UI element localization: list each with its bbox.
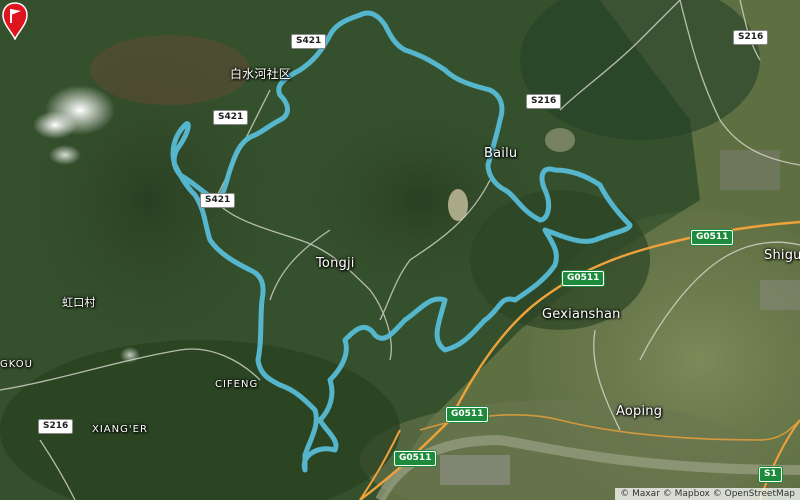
place-label-shigu: Shigu bbox=[764, 248, 800, 263]
place-label-bailu: Bailu bbox=[484, 146, 518, 161]
road-shield-g0511: G0511 bbox=[446, 407, 489, 422]
road-shield-s1: S1 bbox=[759, 467, 782, 482]
place-label-cifeng: CIFENG bbox=[215, 379, 259, 390]
road-shield-s216: S216 bbox=[38, 419, 74, 434]
road-shield-g0511: G0511 bbox=[562, 271, 605, 286]
road-shield-g0511: G0511 bbox=[394, 451, 437, 466]
place-label-baishuihe: 白水河社区 bbox=[230, 67, 292, 81]
road-shield-s216: S216 bbox=[733, 30, 769, 45]
road-shield-s421: S421 bbox=[213, 110, 249, 125]
road-shield-s421: S421 bbox=[291, 34, 327, 49]
flag-marker-icon[interactable] bbox=[0, 0, 30, 40]
place-label-hongkou: 虹口村 bbox=[62, 296, 96, 309]
place-label-xiang-er: XIANG'ER bbox=[92, 424, 148, 435]
map-view[interactable]: 白水河社区 Bailu Tongji 虹口村 GKOU CIFENG XIANG… bbox=[0, 0, 800, 500]
place-label-tongji: Tongji bbox=[316, 256, 355, 271]
map-attribution[interactable]: © Maxar © Mapbox © OpenStreetMap bbox=[615, 488, 800, 500]
place-label-aoping: Aoping bbox=[616, 404, 663, 419]
road-shield-s216: S216 bbox=[526, 94, 562, 109]
place-label-gexianshan: Gexianshan bbox=[542, 307, 621, 322]
place-label-gkou: GKOU bbox=[0, 359, 33, 370]
road-shield-g0511: G0511 bbox=[691, 230, 734, 245]
road-shield-s421: S421 bbox=[200, 193, 236, 208]
